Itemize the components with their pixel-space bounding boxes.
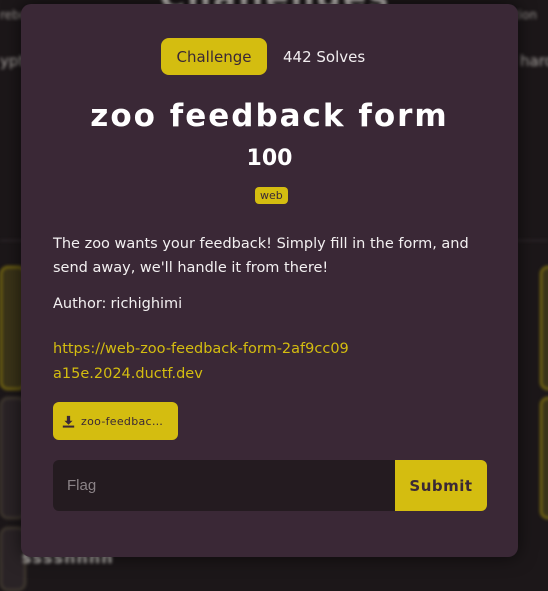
bg-category-hard: hard	[520, 52, 548, 70]
author-label: Author:	[53, 296, 107, 312]
bg-challenge-card	[540, 397, 548, 519]
file-name: zoo-feedback-form.zip	[81, 414, 167, 428]
author-name: richighimi	[110, 296, 183, 312]
modal-tabs: Challenge 442 Solves	[21, 38, 518, 78]
download-file-button[interactable]: zoo-feedback-form.zip	[53, 402, 178, 440]
download-icon	[62, 415, 75, 428]
challenge-description: The zoo wants your feedback! Simply fill…	[53, 236, 469, 276]
challenge-link[interactable]: https://web-zoo-feedback-form-2af9cc09a1…	[53, 337, 353, 387]
challenge-author: Author: richighimi	[53, 296, 182, 312]
bg-challenge-card	[540, 266, 548, 390]
flag-input[interactable]	[53, 460, 395, 511]
challenge-points: 100	[246, 146, 293, 171]
challenge-title: zoo feedback form	[90, 98, 449, 134]
submit-button[interactable]: Submit	[395, 460, 487, 511]
challenge-modal: Challenge 442 Solves zoo feedback form 1…	[21, 4, 518, 557]
tab-challenge[interactable]: Challenge	[161, 38, 267, 75]
flag-submit-row: Submit	[53, 460, 487, 511]
tab-solves[interactable]: 442 Solves	[283, 38, 365, 75]
category-tag: web	[255, 187, 288, 204]
